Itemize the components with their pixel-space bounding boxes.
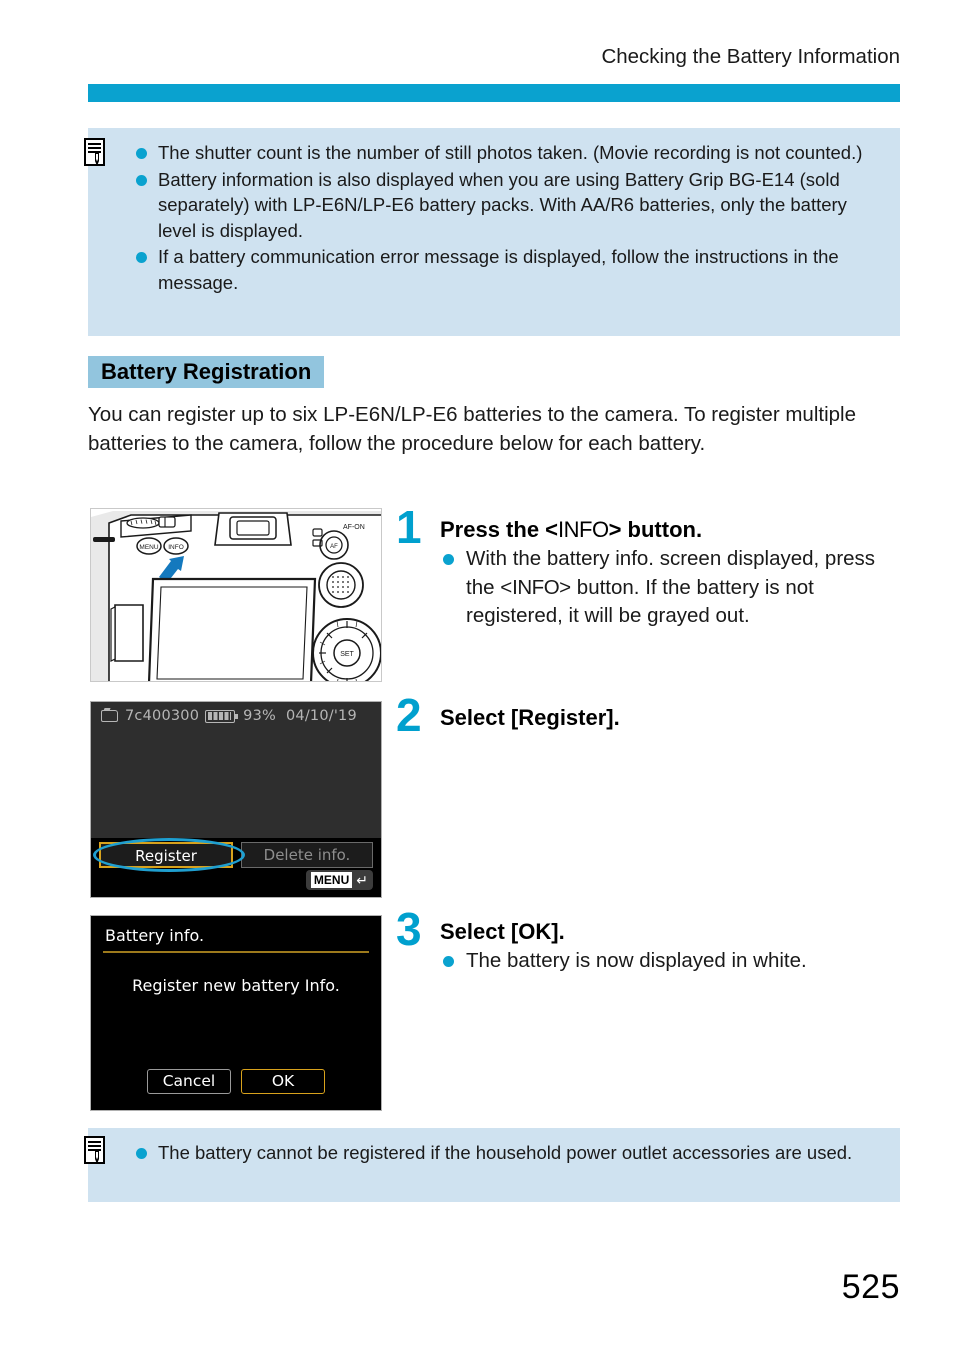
info-icon: INFO <box>512 575 560 599</box>
step-number: 3 <box>396 903 422 955</box>
dialog-title: Battery info. <box>105 926 205 945</box>
dialog-title-rule <box>103 951 369 953</box>
section-intro-paragraph: You can register up to six LP-E6N/LP-E6 … <box>88 403 856 455</box>
return-arrow-icon: ↵ <box>356 872 368 888</box>
note-item: The battery cannot be registered if the … <box>134 1140 882 1166</box>
svg-text:SET: SET <box>340 651 354 658</box>
svg-text:AF: AF <box>330 544 338 550</box>
note-document-pen-icon <box>84 138 108 168</box>
step-bullets: With the battery info. screen displayed,… <box>440 545 908 631</box>
battery-info-screen: 7c400300 93% 04/10/'19 Register Delete i… <box>90 701 382 898</box>
dialog-message: Register new battery Info. <box>132 976 340 995</box>
step-title: Press the <INFO> button. <box>440 516 908 544</box>
step-title: Select [Register]. <box>440 705 620 730</box>
step-title-pre: Press the < <box>440 517 559 542</box>
battery-full-icon <box>205 709 239 723</box>
note-box-bottom: The battery cannot be registered if the … <box>84 1128 900 1202</box>
step-title: Select [OK]. <box>440 919 565 944</box>
battery-date: 04/10/'19 <box>286 708 357 724</box>
page-number: 525 <box>841 1268 900 1306</box>
dialog-buttons: Cancel OK <box>91 1069 381 1094</box>
step-1: 1 Press the <INFO> button. With the batt… <box>396 504 908 631</box>
note-box-top: The shutter count is the number of still… <box>84 128 900 336</box>
step-title-post: > button. <box>608 517 703 542</box>
note-item: If a battery communication error message… <box>134 244 882 295</box>
step-bullet: The battery is now displayed in white. <box>440 947 908 976</box>
menu-label: MENU <box>310 872 353 888</box>
note-document-pen-icon <box>84 1136 108 1166</box>
step-number: 1 <box>396 501 422 553</box>
note-item: The shutter count is the number of still… <box>134 140 882 166</box>
step-bullets: The battery is now displayed in white. <box>440 947 908 976</box>
battery-info-buttons: Register Delete info. <box>99 842 373 868</box>
step-bullet: With the battery info. screen displayed,… <box>440 545 908 631</box>
svg-text:AF-ON: AF-ON <box>343 524 365 531</box>
ok-button[interactable]: OK <box>241 1069 325 1094</box>
menu-return-badge[interactable]: MENU ↵ <box>305 870 373 890</box>
header-rule <box>88 84 900 102</box>
register-battery-dialog: Battery info. Register new battery Info.… <box>90 915 382 1111</box>
info-icon: INFO <box>558 517 609 542</box>
battery-percent: 93% <box>243 708 276 724</box>
step-number: 2 <box>396 689 422 741</box>
step-2: 2 Select [Register]. <box>396 692 908 738</box>
camera-rear-illustration: MENU INFO AF-ON AF SET <box>90 508 382 682</box>
cancel-button[interactable]: Cancel <box>147 1069 231 1094</box>
note-item: Battery information is also displayed wh… <box>134 167 882 244</box>
battery-serial: 7c400300 <box>125 708 200 724</box>
register-button[interactable]: Register <box>99 842 233 868</box>
note-list-bottom: The battery cannot be registered if the … <box>134 1140 882 1167</box>
note-list-top: The shutter count is the number of still… <box>134 140 882 296</box>
delete-info-button[interactable]: Delete info. <box>241 842 373 868</box>
battery-info-body <box>91 730 381 838</box>
camera-icon <box>101 710 118 722</box>
running-title: Checking the Battery Information <box>601 45 900 68</box>
battery-info-header-row: 7c400300 93% 04/10/'19 <box>91 702 381 730</box>
section-heading: Battery Registration <box>88 356 325 388</box>
svg-text:MENU: MENU <box>139 544 158 551</box>
svg-text:INFO: INFO <box>168 544 184 551</box>
step-3: 3 Select [OK]. The battery is now displa… <box>396 906 908 976</box>
